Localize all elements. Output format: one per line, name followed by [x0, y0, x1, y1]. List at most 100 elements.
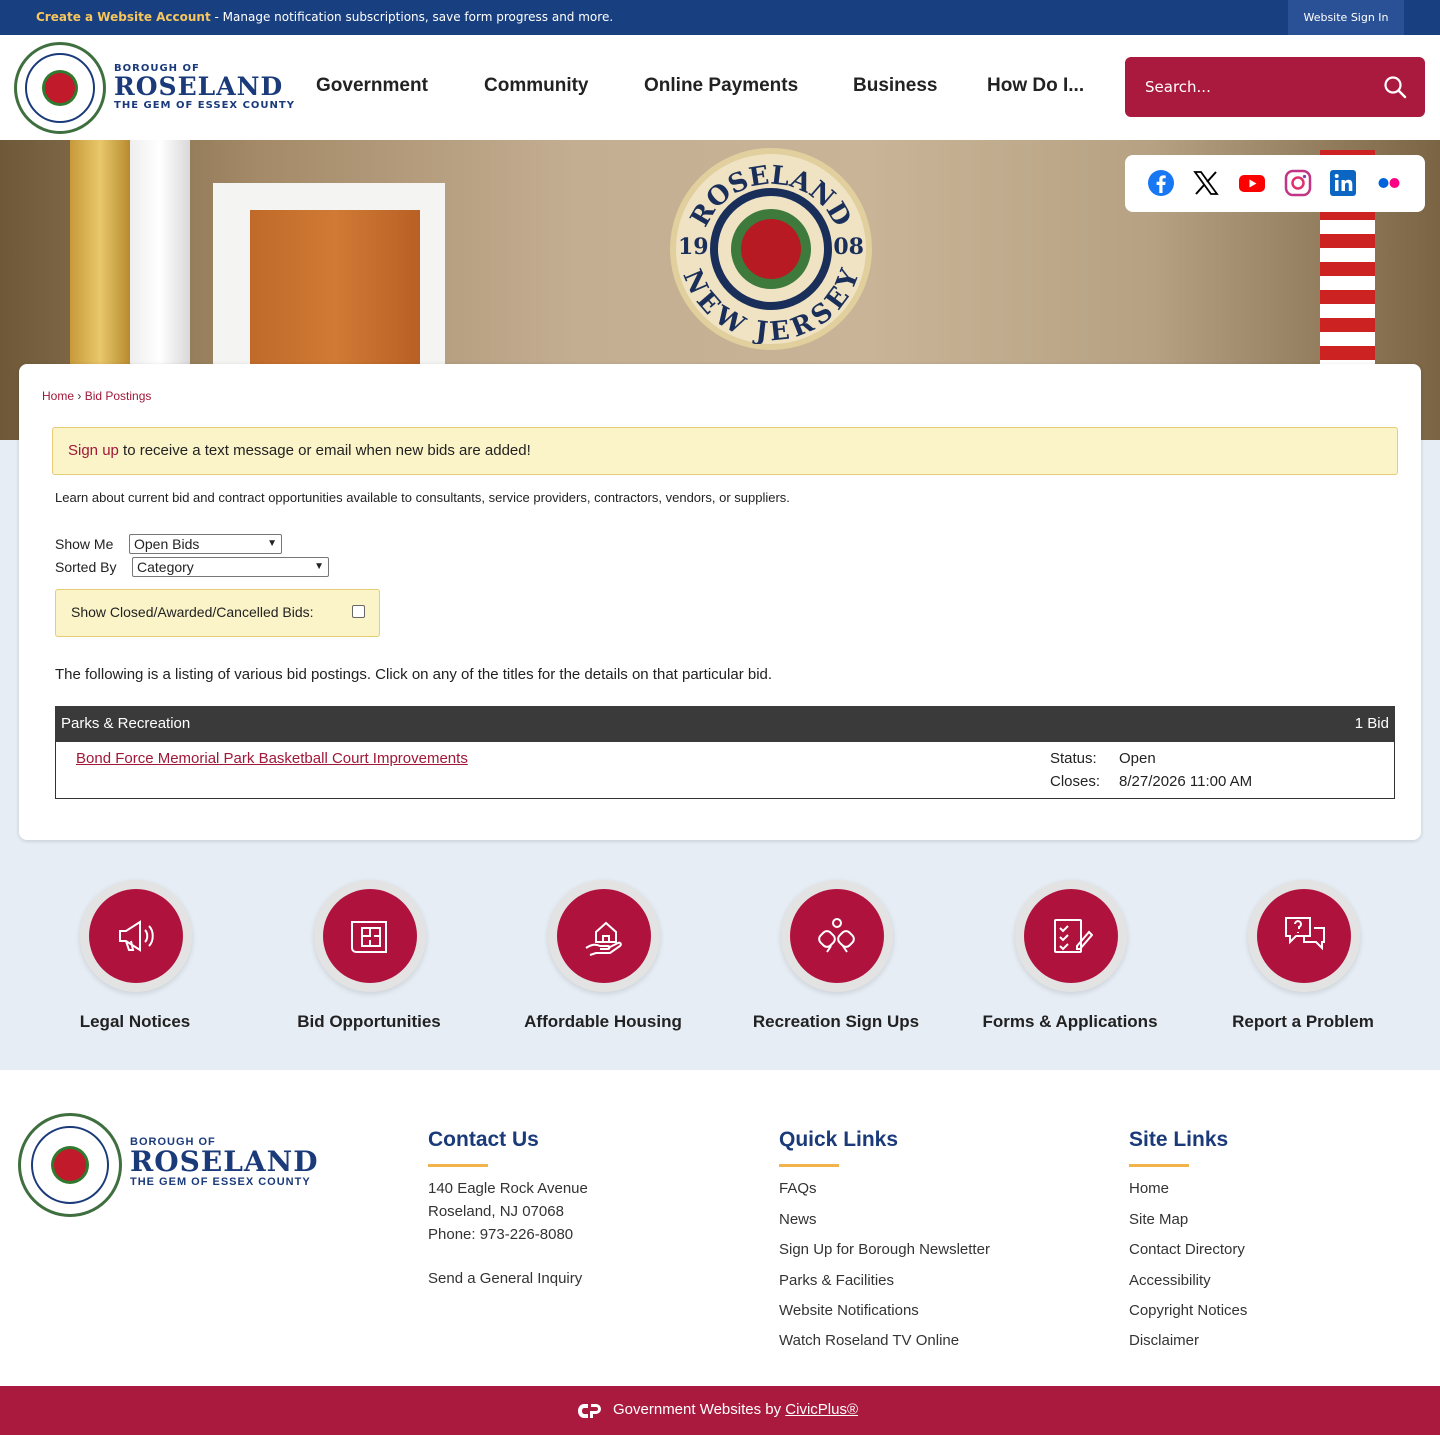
quick-links-title: Quick Links [779, 1128, 899, 1151]
quick-link-label: Forms & Applications [982, 1012, 1158, 1031]
breadcrumb: Home › Bid Postings [42, 389, 152, 403]
nav-government[interactable]: Government [316, 75, 428, 97]
social-bar [1125, 155, 1425, 212]
nav-business[interactable]: Business [853, 75, 937, 97]
site-links-title: Site Links [1129, 1128, 1229, 1151]
account-message: Create a Website Account - Manage notifi… [36, 10, 613, 24]
footer-link-accessibility[interactable]: Accessibility [1129, 1272, 1211, 1289]
footer-link-copyright[interactable]: Copyright Notices [1129, 1302, 1247, 1319]
checklist-icon [1054, 919, 1093, 953]
quick-link-label: Bid Opportunities [297, 1012, 441, 1031]
nav-community[interactable]: Community [484, 75, 589, 97]
footer-link-home[interactable]: Home [1129, 1180, 1169, 1197]
civicplus-bar: Government Websites by CivicPlus® [0, 1386, 1440, 1435]
top-bar: Create a Website Account - Manage notifi… [0, 0, 1440, 35]
logo-big-text: ROSELAND [114, 72, 284, 101]
question-chat-icon [1285, 917, 1325, 951]
footer-link-site-map[interactable]: Site Map [1129, 1211, 1188, 1228]
signup-notice: Sign up to receive a text message or ema… [52, 427, 1398, 475]
quick-link-label: Recreation Sign Ups [752, 1012, 920, 1031]
table-row: Bond Force Memorial Park Basketball Cour… [55, 741, 1395, 799]
search-icon[interactable] [1383, 75, 1407, 99]
footer-link-news[interactable]: News [779, 1211, 817, 1228]
website-sign-in-button[interactable]: Website Sign In [1288, 0, 1404, 35]
sorted-by-select[interactable]: Category ▼ [132, 557, 329, 577]
instagram-icon[interactable] [1284, 169, 1312, 197]
show-me-label: Show Me [55, 536, 114, 552]
footer-site-links-column: Site Links Home Site Map Contact Directo… [1129, 1128, 1247, 1349]
sorted-by-label: Sorted By [55, 559, 117, 575]
credit-text: Government Websites by [613, 1401, 786, 1418]
contact-title: Contact Us [428, 1128, 539, 1151]
footer-link-notifications[interactable]: Website Notifications [779, 1302, 919, 1319]
blueprint-icon [351, 921, 387, 953]
footer-link-faqs[interactable]: FAQs [779, 1180, 817, 1197]
breadcrumb-bid-postings[interactable]: Bid Postings [85, 389, 152, 403]
footer-contact-column: Contact Us 140 Eagle Rock Avenue Roselan… [428, 1128, 588, 1287]
facebook-icon[interactable] [1147, 169, 1175, 197]
quick-link-circle [548, 880, 660, 992]
chevron-down-icon: ▼ [267, 538, 277, 549]
civicplus-credit: Government Websites by CivicPlus® [613, 1401, 858, 1418]
civicplus-link[interactable]: CivicPlus® [785, 1401, 858, 1418]
footer-rose-icon [54, 1149, 86, 1181]
footer-link-newsletter[interactable]: Sign Up for Borough Newsletter [779, 1241, 990, 1258]
chevron-down-icon: ▼ [314, 561, 324, 572]
flickr-icon[interactable] [1375, 169, 1403, 197]
seal-rose-icon [741, 219, 801, 279]
x-icon[interactable] [1192, 169, 1220, 197]
general-inquiry-link[interactable]: Send a General Inquiry [428, 1270, 582, 1287]
footer-link-roseland-tv[interactable]: Watch Roseland TV Online [779, 1332, 959, 1349]
footer-link-disclaimer[interactable]: Disclaimer [1129, 1332, 1199, 1349]
search-box [1125, 57, 1425, 117]
site-header: BOROUGH OF ROSELAND THE GEM OF ESSEX COU… [0, 35, 1440, 140]
pickleball-icon [818, 918, 855, 953]
closes-value: 8/27/2026 11:00 AM [1119, 773, 1253, 790]
closes-label: Closes: [1050, 773, 1101, 790]
title-underline [779, 1164, 839, 1167]
footer-link-contact-directory[interactable]: Contact Directory [1129, 1241, 1245, 1258]
bid-title-link[interactable]: Bond Force Memorial Park Basketball Cour… [76, 750, 468, 767]
title-underline [428, 1164, 488, 1167]
site-logo-text[interactable]: BOROUGH OF ROSELAND THE GEM OF ESSEX COU… [114, 63, 295, 111]
quick-link-circle-inner [790, 889, 884, 983]
youtube-icon[interactable] [1238, 169, 1266, 197]
category-name: Parks & Recreation [61, 715, 191, 732]
breadcrumb-home[interactable]: Home [42, 389, 74, 403]
main-content-card: Home › Bid Postings Sign up to receive a… [19, 364, 1421, 840]
quick-link-circle [1015, 880, 1127, 992]
category-header: Parks & Recreation 1 Bid [55, 706, 1395, 742]
search-input[interactable] [1125, 57, 1375, 117]
linkedin-icon[interactable] [1329, 169, 1357, 197]
quick-link-label: Affordable Housing [524, 1012, 682, 1031]
create-account-link[interactable]: Create a Website Account [36, 10, 211, 24]
footer-logo-text[interactable]: BOROUGH OF ROSELAND THE GEM OF ESSEX COU… [130, 1136, 319, 1188]
rose-icon [45, 73, 75, 103]
quick-link-circle [80, 880, 192, 992]
show-me-value: Open Bids [134, 536, 200, 552]
sorted-by-value: Category [137, 559, 194, 575]
seal-left-text: 19 [678, 234, 709, 260]
quick-link-circle-inner [1257, 889, 1351, 983]
account-message-text: - Manage notification subscriptions, sav… [210, 10, 614, 24]
nav-how-do-i[interactable]: How Do I... [987, 75, 1084, 97]
signup-link[interactable]: Sign up [68, 442, 119, 459]
closed-bids-label: Show Closed/Awarded/Cancelled Bids: [71, 604, 314, 620]
closed-bids-checkbox[interactable] [352, 605, 365, 618]
show-me-select[interactable]: Open Bids ▼ [129, 534, 282, 554]
footer-quick-links-column: Quick Links FAQs News Sign Up for Boroug… [779, 1128, 990, 1349]
megaphone-icon [119, 920, 154, 952]
contact-address-line-2: Roseland, NJ 07068 [428, 1203, 564, 1220]
quick-link-circle [781, 880, 893, 992]
quick-link-circle-inner [89, 889, 183, 983]
footer-link-parks[interactable]: Parks & Facilities [779, 1272, 894, 1289]
listing-description: The following is a listing of various bi… [55, 666, 773, 683]
quick-link-circle-inner [557, 889, 651, 983]
seal-right-text: 08 [833, 234, 864, 260]
status-value: Open [1119, 750, 1156, 767]
quick-link-label: Legal Notices [79, 1012, 191, 1031]
borough-seal-logo[interactable] [14, 42, 106, 134]
nav-online-payments[interactable]: Online Payments [644, 75, 798, 97]
quick-link-circle-inner [323, 889, 417, 983]
footer-seal-logo[interactable] [18, 1113, 122, 1217]
